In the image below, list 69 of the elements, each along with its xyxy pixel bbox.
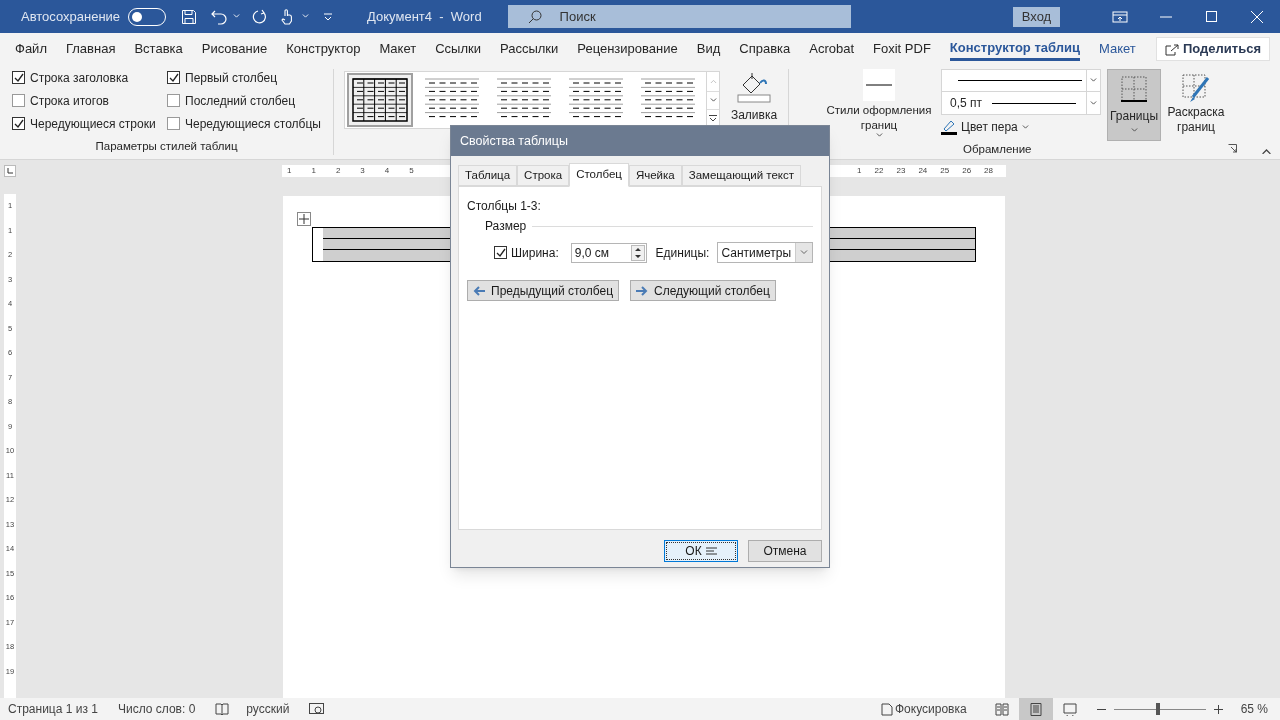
ruler-number: 4 xyxy=(384,165,390,177)
window-title: Документ4 - Word xyxy=(367,7,482,26)
ribbon-tab[interactable]: Конструктор xyxy=(286,37,361,61)
ribbon-tab[interactable]: Макет xyxy=(379,37,417,61)
ruler-number: 2 xyxy=(335,165,341,177)
ok-button[interactable]: ОК xyxy=(664,540,738,562)
checkbox-label: Последний столбец xyxy=(185,92,296,110)
ruler-number: 23 xyxy=(896,165,906,177)
borders-button[interactable]: Границы xyxy=(1107,69,1161,141)
group-label: Параметры стилей таблиц xyxy=(94,138,239,154)
shading-button[interactable]: Заливка xyxy=(728,71,780,159)
checkbox-label: Чередующиеся строки xyxy=(30,115,156,133)
border-styles-button[interactable]: Стили оформления границ xyxy=(823,69,935,141)
ribbon-tab[interactable]: Справка xyxy=(739,37,791,61)
ruler-number: 25 xyxy=(940,165,950,177)
checkbox-label: Строка итогов xyxy=(30,92,109,110)
focus-button[interactable]: Фокусировка xyxy=(880,700,967,718)
previous-column-button[interactable]: Предыдущий столбец xyxy=(467,280,619,301)
columns-label: Столбцы 1-3: xyxy=(467,198,542,215)
autosave-label: Автосохранение xyxy=(21,7,121,26)
ribbon-tab[interactable]: Вид xyxy=(696,37,721,61)
ribbon-tab[interactable]: Рассылки xyxy=(499,37,559,61)
word-count[interactable]: Число слов: 0 xyxy=(117,700,196,718)
ruler-number: 26 xyxy=(962,165,972,177)
ruler-number: 24 xyxy=(918,165,928,177)
ruler-number: 28 xyxy=(984,165,993,177)
ruler-number: 5 xyxy=(409,165,414,177)
width-spinbox[interactable]: 9,0 см xyxy=(570,242,647,263)
width-label: Ширина: xyxy=(511,244,559,262)
ribbon-tab[interactable]: Acrobat xyxy=(809,37,855,61)
section-label: Размер xyxy=(485,218,527,235)
pen-color-button[interactable]: Цвет пера xyxy=(941,118,1029,136)
checkbox-label: Строка заголовка xyxy=(30,69,129,87)
ruler-number: 1 xyxy=(857,165,862,177)
dialog-title: Свойства таблицы xyxy=(460,132,568,150)
ribbon-tab[interactable]: Конструктор таблиц xyxy=(949,37,1080,61)
dialog-tab[interactable]: Замещающий текст xyxy=(681,165,802,186)
ribbon-tab[interactable]: Главная xyxy=(65,37,116,61)
ribbon-tab[interactable]: Ссылки xyxy=(435,37,481,61)
ruler-number: 1 xyxy=(287,165,292,177)
zoom-level[interactable]: 65 % xyxy=(1240,700,1268,718)
ruler-number: 3 xyxy=(360,165,365,177)
checkbox-label: Первый столбец xyxy=(185,69,278,87)
ruler-number: 22 xyxy=(874,165,884,177)
ruler-number: 1 xyxy=(311,165,316,177)
border-painter-button[interactable]: Раскраска границ xyxy=(1167,69,1225,141)
group-label: Обрамление xyxy=(963,142,1032,157)
units-dropdown[interactable]: Сантиметры xyxy=(717,242,813,263)
sign-in-button[interactable]: Вход xyxy=(1013,6,1060,27)
search-field[interactable]: Поиск xyxy=(507,5,851,28)
language[interactable]: русский xyxy=(246,700,290,718)
search-placeholder: Поиск xyxy=(559,7,596,26)
ribbon-tab[interactable]: Рисование xyxy=(201,37,268,61)
dialog-tab[interactable]: Ячейка xyxy=(628,165,682,186)
next-column-button[interactable]: Следующий столбец xyxy=(630,280,776,301)
ribbon-tab[interactable]: Вставка xyxy=(134,37,183,61)
page-count[interactable]: Страница 1 из 1 xyxy=(8,700,98,718)
checkbox-label: Чередующиеся столбцы xyxy=(185,115,321,133)
ribbon-tab[interactable]: Foxit PDF xyxy=(873,37,931,61)
units-label: Единицы: xyxy=(655,244,710,262)
dialog-tab[interactable]: Столбец xyxy=(569,163,629,187)
ribbon-tab[interactable]: Файл xyxy=(15,37,47,61)
ribbon-tab[interactable]: Рецензирование xyxy=(577,37,678,61)
cancel-button[interactable]: Отмена xyxy=(748,540,822,562)
dialog-tab[interactable]: Строка xyxy=(517,165,570,186)
line-weight-dropdown[interactable]: 0,5 пт xyxy=(941,92,1101,115)
dialog-tab[interactable]: Таблица xyxy=(458,165,518,186)
share-button[interactable]: Поделиться xyxy=(1155,37,1270,61)
ribbon-tab[interactable]: Макет xyxy=(1098,37,1136,61)
